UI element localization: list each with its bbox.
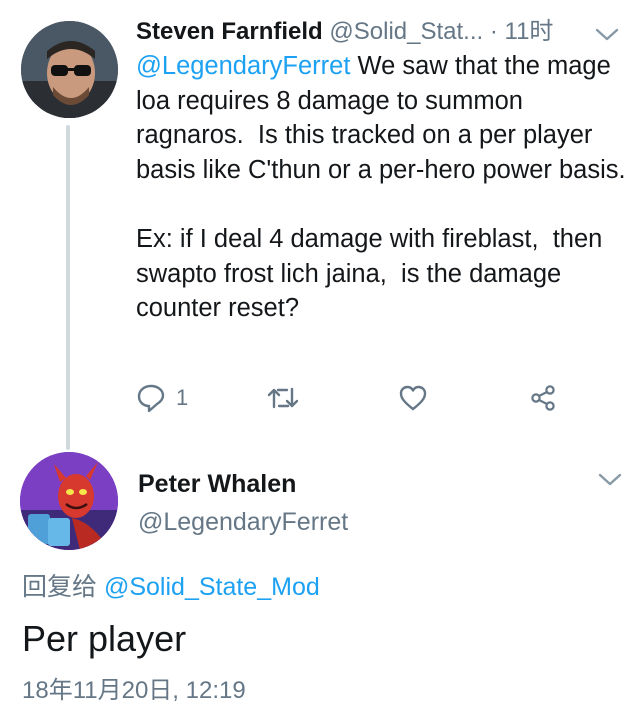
tweet-time[interactable]: · 11时 xyxy=(490,18,554,45)
tweet-body-text: We saw that the mage loa requires 8 dama… xyxy=(136,52,626,323)
reply-author-handle[interactable]: @LegendaryFerret xyxy=(138,505,348,539)
chevron-down-icon[interactable] xyxy=(596,470,624,490)
like-button[interactable] xyxy=(398,380,428,416)
tweet-text: @LegendaryFerret We saw that the mage lo… xyxy=(136,49,626,326)
thread-connector-line xyxy=(66,125,70,450)
reply-author-name[interactable]: Peter Whalen xyxy=(138,467,296,501)
reply-icon xyxy=(136,383,166,413)
author-avatar-steven[interactable] xyxy=(21,21,118,118)
reply-tweet-text: Per player xyxy=(22,618,187,659)
chevron-down-icon[interactable] xyxy=(593,25,621,45)
retweet-button[interactable] xyxy=(267,380,299,416)
reply-to-handle[interactable]: @Solid_State_Mod xyxy=(104,573,320,601)
reply-timestamp[interactable]: 18年11月20日, 12:19 xyxy=(22,674,246,708)
reply-button[interactable]: 1 xyxy=(136,380,188,416)
tweet-header: Steven Farnfield @Solid_Stat... · 11时 xyxy=(136,14,596,50)
reply-to-label: 回复给 xyxy=(22,573,98,601)
tweet-actions: 1 xyxy=(136,380,576,416)
heart-icon xyxy=(398,383,428,413)
author-handle[interactable]: @Solid_Stat... xyxy=(329,18,483,45)
author-avatar-peter[interactable] xyxy=(20,452,118,550)
author-name[interactable]: Steven Farnfield xyxy=(136,18,323,45)
reply-to-line: 回复给 @Solid_State_Mod xyxy=(22,570,320,604)
share-button[interactable] xyxy=(528,380,558,416)
retweet-icon xyxy=(267,383,299,413)
mention-link[interactable]: @LegendaryFerret xyxy=(136,52,350,80)
share-icon xyxy=(528,383,558,413)
reply-count: 1 xyxy=(176,385,189,410)
